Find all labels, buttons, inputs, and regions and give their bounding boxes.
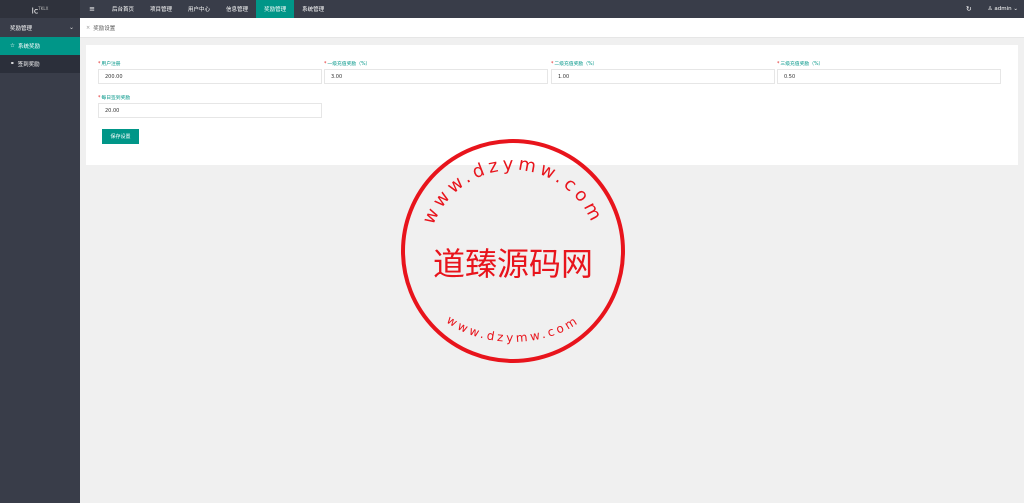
username: admin <box>994 6 1012 12</box>
field-label: 三级充值奖励（%） <box>780 62 824 67</box>
chevron-down-icon: ⌄ <box>68 24 74 31</box>
stamp-center-text: 道臻源码网 <box>433 245 593 283</box>
logo-version: TKLX <box>38 6 49 11</box>
menu-toggle-icon[interactable]: ≡ <box>80 0 104 18</box>
field-daily-signin: *每日签到奖励 <box>98 95 322 118</box>
topnav-item-users[interactable]: 用户中心 <box>180 0 218 18</box>
app-logo[interactable]: lcTKLX <box>0 0 80 18</box>
watermark-stamp: www.dzymw.com www.dzymw.com 道臻源码网 <box>401 139 625 363</box>
field-level1-recharge: *一级充值奖励（%） <box>324 61 548 84</box>
link-icon: ⚭ <box>10 61 15 67</box>
sidebar-item-signin-reward[interactable]: ⚭ 签到奖励 <box>0 55 80 73</box>
field-label: 二级充值奖励（%） <box>554 62 598 67</box>
topnav-item-info[interactable]: 信息管理 <box>218 0 256 18</box>
field-label: 一级充值奖励（%） <box>327 62 371 67</box>
tab-bar: × 奖励设置 <box>80 18 1024 38</box>
top-nav: 后台首页 项目管理 用户中心 信息管理 奖励管理 系统管理 <box>104 0 332 18</box>
sidebar-item-label: 签到奖励 <box>17 62 40 68</box>
daily-signin-input[interactable] <box>98 103 322 118</box>
user-menu[interactable]: ♙ admin ⌄ <box>988 6 1018 12</box>
sidebar-group-reward[interactable]: 奖励管理 ⌄ <box>0 18 80 37</box>
field-user-register: *用户注册 <box>98 61 322 84</box>
field-level2-recharge: *二级充值奖励（%） <box>551 61 775 84</box>
field-label: 用户注册 <box>101 62 121 67</box>
sidebar-group-label: 奖励管理 <box>10 25 33 32</box>
sidebar: lcTKLX 奖励管理 ⌄ ☆ 系统奖励 ⚭ 签到奖励 <box>0 0 80 503</box>
field-label: 每日签到奖励 <box>101 96 131 101</box>
user-register-input[interactable] <box>98 69 322 84</box>
level2-recharge-input[interactable] <box>551 69 775 84</box>
top-right-tools: ↻ ♙ admin ⌄ <box>966 0 1024 18</box>
top-navbar: ≡ 后台首页 项目管理 用户中心 信息管理 奖励管理 系统管理 ↻ ♙ admi… <box>80 0 1024 18</box>
topnav-item-system[interactable]: 系统管理 <box>294 0 332 18</box>
sidebar-item-system-reward[interactable]: ☆ 系统奖励 <box>0 37 80 55</box>
topnav-item-rewards[interactable]: 奖励管理 <box>256 0 295 18</box>
level1-recharge-input[interactable] <box>324 69 548 84</box>
chevron-down-icon: ⌄ <box>1013 6 1018 12</box>
star-icon: ☆ <box>10 43 15 49</box>
level3-recharge-input[interactable] <box>777 69 1001 84</box>
tab-close-icon[interactable]: × <box>86 25 90 31</box>
topnav-item-projects[interactable]: 项目管理 <box>142 0 180 18</box>
save-settings-button[interactable]: 保存设置 <box>102 129 139 144</box>
sidebar-item-label: 系统奖励 <box>17 44 40 50</box>
topnav-item-home[interactable]: 后台首页 <box>104 0 142 18</box>
tab-reward-settings[interactable]: 奖励设置 <box>93 24 115 32</box>
user-icon: ♙ <box>987 6 993 12</box>
stamp-ring-text-bottom: www.dzymw.com <box>444 313 582 345</box>
field-level3-recharge: *三级充值奖励（%） <box>777 61 1001 84</box>
refresh-icon[interactable]: ↻ <box>966 5 972 13</box>
